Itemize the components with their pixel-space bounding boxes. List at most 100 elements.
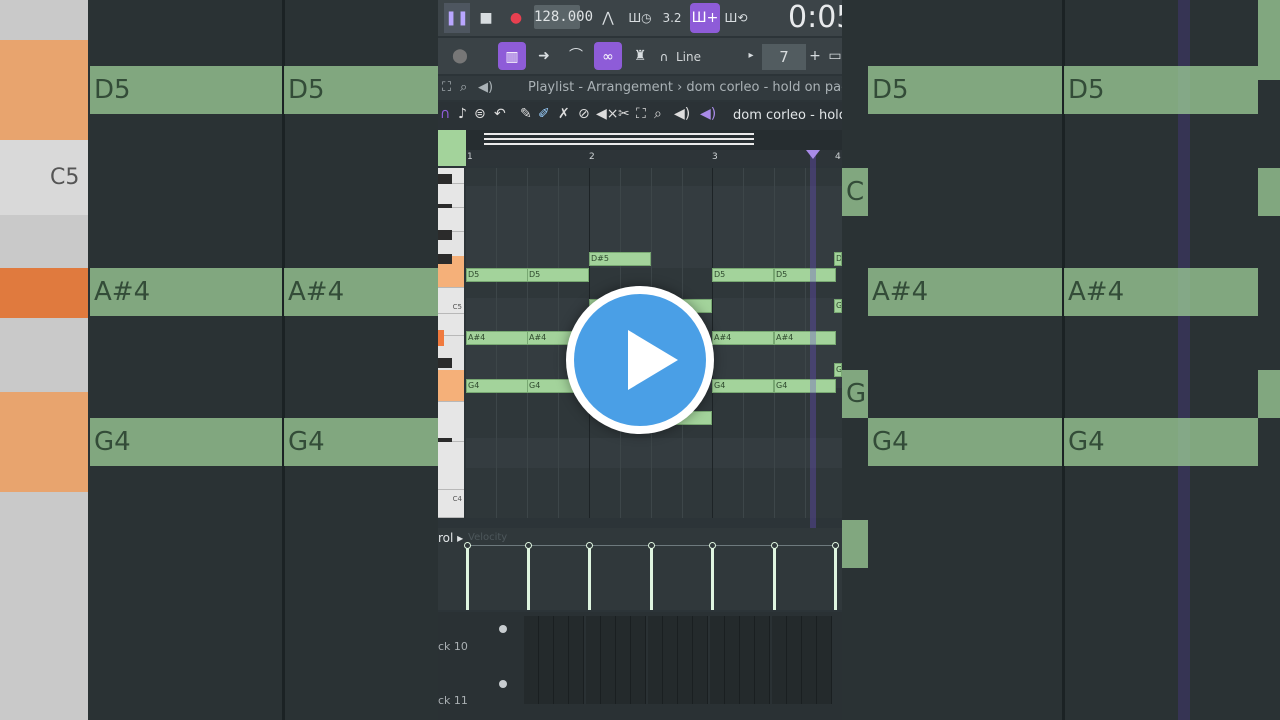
velocity-handle[interactable] xyxy=(586,542,593,549)
note[interactable]: D xyxy=(834,252,842,266)
velocity-bar[interactable] xyxy=(527,546,530,610)
arrow-button[interactable]: ➜ xyxy=(530,41,558,71)
playhead-marker-icon[interactable] xyxy=(806,150,820,159)
speaker-icon[interactable]: ◀) xyxy=(478,76,493,100)
menu-icon[interactable]: ⊜ xyxy=(474,106,486,122)
zoom-tool-icon[interactable]: ⌕ xyxy=(654,106,662,122)
note[interactable]: G4 xyxy=(712,379,774,393)
mute-tool-icon[interactable]: ⊘ xyxy=(578,106,590,122)
step-button[interactable] xyxy=(539,616,554,704)
step-button[interactable] xyxy=(663,616,678,704)
snap-select[interactable]: Line xyxy=(676,46,736,68)
velocity-handle[interactable] xyxy=(648,542,655,549)
note[interactable]: D5 xyxy=(527,268,589,282)
playback-icon[interactable]: ◀) xyxy=(674,106,690,122)
note[interactable]: D#5 xyxy=(589,252,651,266)
step-button[interactable] xyxy=(554,616,569,704)
step-value[interactable]: 7 xyxy=(762,44,806,70)
breadcrumb[interactable]: Playlist - Arrangement › dom corleo - ho… xyxy=(528,76,842,100)
track-label[interactable]: ck 11 xyxy=(438,694,468,707)
mixer-button[interactable]: ♜ xyxy=(626,41,654,71)
note[interactable]: D5 xyxy=(466,268,528,282)
step-edit-button[interactable]: Ш+ xyxy=(690,3,720,33)
link-button[interactable]: ∞ xyxy=(594,42,622,70)
track-mute-led[interactable] xyxy=(499,680,507,688)
step-left-icon[interactable]: ▸ xyxy=(744,41,758,71)
step-button[interactable] xyxy=(740,616,755,704)
piano-key-black[interactable] xyxy=(438,254,452,264)
velocity-handle[interactable] xyxy=(771,542,778,549)
window-icon[interactable]: ▭ xyxy=(828,41,842,71)
pattern-name[interactable]: dom corleo - hold xyxy=(733,102,842,130)
piano-key-black[interactable] xyxy=(438,230,452,240)
pencil-icon[interactable]: ✎ xyxy=(520,106,532,122)
step-button[interactable] xyxy=(787,616,802,704)
note[interactable]: G4 xyxy=(466,379,528,393)
note[interactable]: A#4 xyxy=(712,331,774,345)
loop-record-button[interactable]: Ш⟲ xyxy=(722,3,750,33)
step-button[interactable] xyxy=(616,616,631,704)
wait-record-button[interactable]: Ш◷ xyxy=(626,3,654,33)
headphones-icon[interactable]: ∩ xyxy=(440,106,450,122)
piano-key[interactable] xyxy=(438,208,464,232)
velocity-handle[interactable] xyxy=(525,542,532,549)
note[interactable]: D5 xyxy=(774,268,836,282)
step-button[interactable] xyxy=(524,616,539,704)
slice-icon[interactable]: ✂ xyxy=(618,106,630,122)
piano-key[interactable]: C5 xyxy=(438,288,464,314)
piano-key[interactable] xyxy=(438,442,464,490)
undo-icon[interactable]: ↶ xyxy=(494,106,506,122)
plugin-button[interactable]: ⌒ xyxy=(562,41,590,71)
step-plus-button[interactable]: + xyxy=(808,41,822,71)
velocity-handle[interactable] xyxy=(832,542,839,549)
velocity-bar[interactable] xyxy=(834,546,837,610)
velocity-bar[interactable] xyxy=(773,546,776,610)
step-button[interactable] xyxy=(693,616,708,704)
note[interactable]: D5 xyxy=(712,268,774,282)
piano-key-active[interactable] xyxy=(438,370,464,402)
piano-key-black[interactable] xyxy=(438,358,452,368)
audition-icon[interactable]: ◀) xyxy=(700,106,716,122)
note[interactable]: G4 xyxy=(774,379,836,393)
piano-key-black[interactable] xyxy=(438,174,452,184)
note[interactable]: G xyxy=(834,299,842,313)
track-mute-led[interactable] xyxy=(499,625,507,633)
stop-button[interactable]: ■ xyxy=(472,3,500,33)
brush-icon[interactable]: ✐ xyxy=(538,106,550,122)
step-button[interactable] xyxy=(725,616,740,704)
timeline-ruler[interactable]: 1 2 3 4 xyxy=(466,150,842,166)
event-editor-label[interactable]: rol ▸ xyxy=(438,531,463,545)
velocity-handle[interactable] xyxy=(709,542,716,549)
piano-key[interactable]: C4 xyxy=(438,490,464,518)
step-button[interactable] xyxy=(631,616,646,704)
step-button[interactable] xyxy=(772,616,787,704)
step-button[interactable] xyxy=(569,616,584,704)
time-signature-button[interactable]: 3.2 xyxy=(658,3,686,33)
velocity-bar[interactable] xyxy=(588,546,591,610)
record-button[interactable]: ● xyxy=(502,3,530,33)
video-play-button[interactable] xyxy=(566,286,714,434)
step-button[interactable] xyxy=(586,616,601,704)
note-icon[interactable]: ♪ xyxy=(458,106,467,122)
select-icon[interactable]: ⛶ xyxy=(636,106,646,122)
step-button[interactable] xyxy=(802,616,817,704)
step-button[interactable] xyxy=(710,616,725,704)
piano-key-active[interactable] xyxy=(438,330,444,346)
fullscreen-icon[interactable]: ⛶ xyxy=(442,76,451,100)
speaker-mute-icon[interactable]: ◀× xyxy=(596,106,619,122)
step-button[interactable] xyxy=(678,616,693,704)
note[interactable]: G xyxy=(834,363,842,377)
velocity-bar[interactable] xyxy=(711,546,714,610)
piano-roll-button[interactable]: ▥ xyxy=(498,42,526,70)
tempo-display[interactable]: 128.000 xyxy=(534,5,593,29)
event-editor[interactable]: rol ▸ Velocity xyxy=(438,528,842,610)
step-button[interactable] xyxy=(648,616,663,704)
velocity-bar[interactable] xyxy=(466,546,469,610)
piano-keyboard[interactable]: C5 C4 xyxy=(438,168,464,518)
zoom-icon[interactable]: ⌕ xyxy=(460,76,467,100)
velocity-bar[interactable] xyxy=(650,546,653,610)
piano-key[interactable] xyxy=(438,402,464,442)
metronome-button[interactable]: ⋀ xyxy=(594,3,622,33)
pause-button[interactable]: ❚❚ xyxy=(444,3,470,33)
step-button[interactable] xyxy=(601,616,616,704)
